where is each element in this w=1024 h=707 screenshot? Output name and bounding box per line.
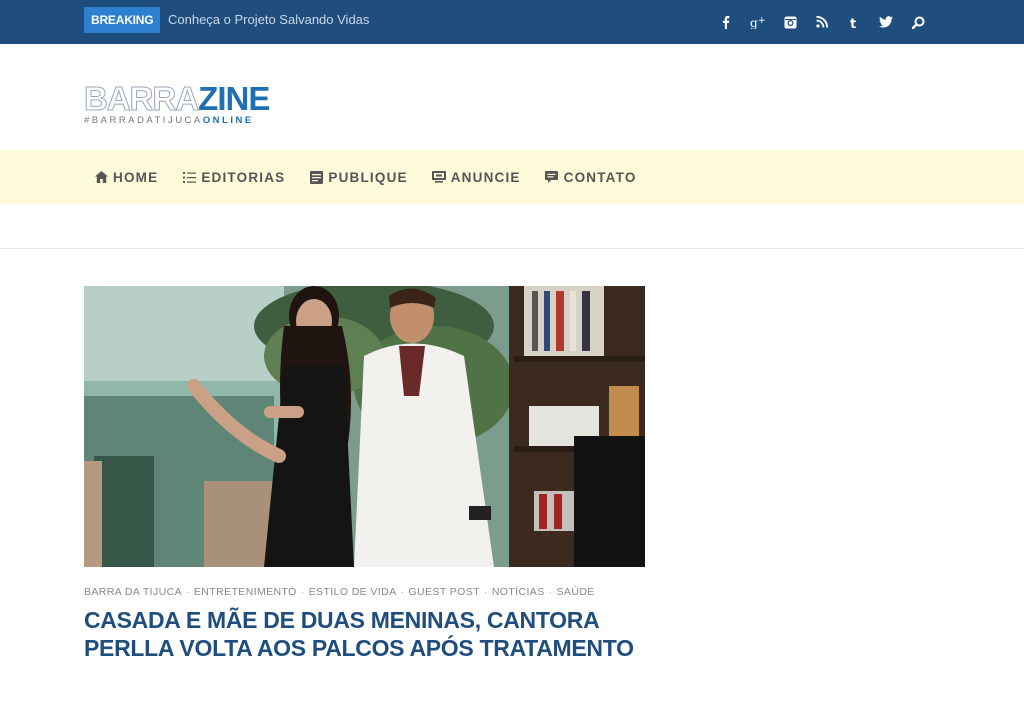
facebook-icon[interactable] [710, 12, 742, 32]
logo-part-barra: BARRA [83, 80, 199, 117]
site-logo[interactable]: BARRAZINE #BARRADATIJUCAONLINE [83, 82, 270, 127]
google-plus-icon[interactable]: g + [742, 12, 774, 32]
home-icon [94, 170, 108, 184]
main-nav: HOME EDITORIAS PUBLIQUE ANUNCIE CONTATO [0, 150, 1024, 204]
nav-item-anuncie[interactable]: ANUNCIE [431, 169, 521, 185]
category-separator: · [483, 586, 488, 598]
tumblr-icon[interactable]: t [838, 12, 870, 32]
category-link[interactable]: GUEST POST [408, 586, 480, 598]
breaking-badge: BREAKING [84, 7, 161, 33]
nav-label: EDITORIAS [201, 169, 286, 185]
svg-text:+: + [758, 16, 766, 26]
nav-label: ANUNCIE [450, 169, 521, 185]
header-divider [0, 248, 1024, 249]
nav-item-publique[interactable]: PUBLIQUE [309, 170, 407, 185]
instagram-icon[interactable] [774, 12, 806, 32]
nav-label: HOME [113, 169, 159, 185]
category-separator: · [186, 586, 190, 598]
top-bar: BREAKING Conheça o Projeto Salvando Vida… [0, 0, 1024, 44]
social-icons: g + t [710, 12, 934, 32]
logo-tagline-a: #BARRADATIJUCA [84, 115, 203, 126]
featured-image[interactable] [84, 286, 645, 567]
category-link[interactable]: SAÚDE [557, 586, 595, 598]
article-headline[interactable]: CASADA E MÃE DE DUAS MENINAS, CANTORA PE… [84, 606, 664, 662]
twitter-icon[interactable] [870, 12, 902, 32]
list-icon [182, 170, 196, 184]
article-categories: BARRA DA TIJUCA · ENTRETENIMENTO · ESTILO DE… [84, 586, 595, 598]
speech-bubble-icon [545, 170, 559, 184]
logo-part-zine: ZINE [198, 80, 270, 117]
category-separator: · [300, 586, 305, 598]
logo-tagline-b: ONLINE [202, 115, 254, 126]
search-icon[interactable] [902, 12, 934, 32]
category-link[interactable]: NOTÍCIAS [492, 586, 545, 598]
nav-label: PUBLIQUE [328, 169, 408, 185]
nav-item-contato[interactable]: CONTATO [545, 170, 637, 185]
category-link[interactable]: BARRA DA TIJUCA [84, 586, 182, 598]
breaking-ticker-link[interactable]: Conheça o Projeto Salvando Vidas [168, 11, 369, 29]
document-icon [309, 170, 323, 184]
svg-text:g: g [750, 16, 758, 29]
category-link[interactable]: ESTILO DE VIDA [309, 586, 397, 598]
category-link[interactable]: ENTRETENIMENTO [194, 586, 297, 598]
svg-text:t: t [850, 17, 856, 29]
nav-item-home[interactable]: HOME [94, 170, 158, 185]
category-separator: · [400, 586, 405, 598]
nav-label: CONTATO [563, 169, 637, 185]
billboard-icon [431, 170, 446, 184]
category-separator: · [548, 586, 553, 598]
headline-line: PERLLA VOLTA AOS PALCOS APÓS TRATAMENTO [84, 635, 634, 661]
nav-item-editorias[interactable]: EDITORIAS [182, 170, 285, 185]
headline-line: CASADA E MÃE DE DUAS MENINAS, CANTORA [84, 607, 600, 633]
rss-icon[interactable] [806, 12, 838, 32]
